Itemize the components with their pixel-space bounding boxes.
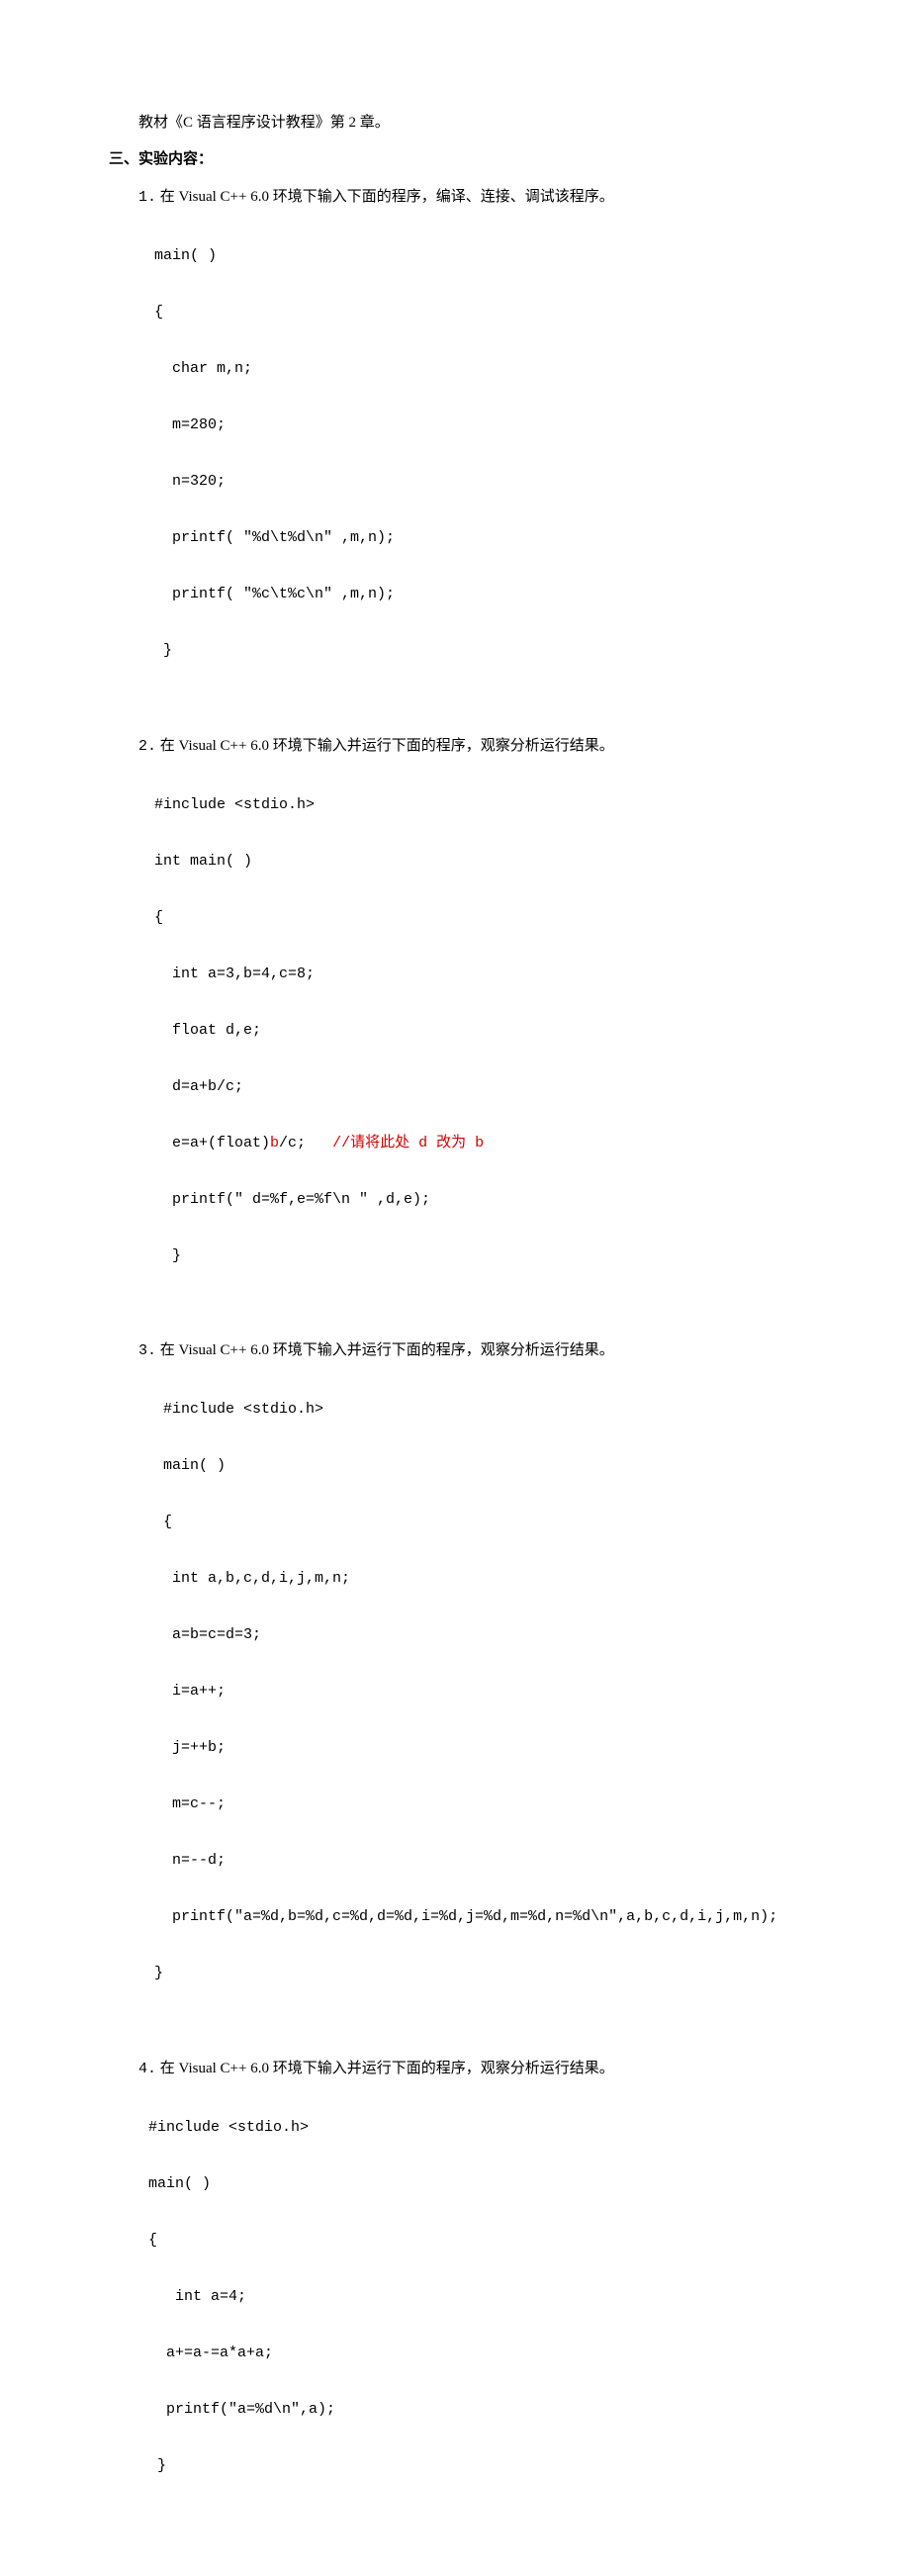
- code-line: main( ): [154, 242, 801, 271]
- exercise-item-3: 3. 在 Visual C++ 6.0 环境下输入并运行下面的程序，观察分析运行…: [138, 1336, 801, 1366]
- exercise-item-2: 2. 在 Visual C++ 6.0 环境下输入并运行下面的程序，观察分析运行…: [138, 732, 801, 762]
- code-line: a+=a-=a*a+a;: [148, 2340, 801, 2368]
- item-number: 1.: [138, 189, 156, 206]
- code-line: main( ): [148, 2170, 801, 2199]
- code-block-3: #include <stdio.h> main( ) { int a,b,c,d…: [154, 1368, 801, 2045]
- code-line: printf( "%c\t%c\n" ,m,n);: [154, 581, 801, 609]
- code-line: #include <stdio.h>: [148, 2114, 801, 2143]
- code-line: n=--d;: [154, 1847, 801, 1876]
- code-line: m=c--;: [154, 1791, 801, 1819]
- item-desc: 在 Visual C++ 6.0 环境下输入下面的程序，编译、连接、调试该程序。: [160, 189, 614, 205]
- item-desc: 在 Visual C++ 6.0 环境下输入并运行下面的程序，观察分析运行结果。: [160, 738, 614, 754]
- code-line: d=a+b/c;: [154, 1073, 801, 1102]
- reference-text: 教材《C 语言程序设计教程》第 2 章。: [138, 109, 801, 138]
- code-line: {: [154, 1509, 801, 1537]
- code-line: a=b=c=d=3;: [154, 1621, 801, 1650]
- code-line: }: [148, 2452, 801, 2481]
- code-fragment: /c;: [279, 1135, 332, 1151]
- code-block-4: #include <stdio.h> main( ) { int a=4; a+…: [148, 2085, 801, 2536]
- item-number: 4.: [138, 2061, 156, 2077]
- code-line: {: [154, 299, 801, 327]
- code-line: printf(" d=%f,e=%f\n " ,d,e);: [154, 1186, 801, 1215]
- item-desc: 在 Visual C++ 6.0 环境下输入并运行下面的程序，观察分析运行结果。: [160, 2061, 614, 2076]
- code-line: int a,b,c,d,i,j,m,n;: [154, 1565, 801, 1594]
- code-line: n=320;: [154, 468, 801, 497]
- code-comment: //请将此处 d 改为 b: [332, 1135, 484, 1151]
- code-line: int a=3,b=4,c=8;: [154, 961, 801, 989]
- code-line: i=a++;: [154, 1678, 801, 1706]
- code-line: float d,e;: [154, 1017, 801, 1046]
- code-line: printf("a=%d\n",a);: [148, 2396, 801, 2425]
- item-number: 2.: [138, 738, 156, 755]
- code-highlight: b: [270, 1135, 279, 1151]
- code-line: main( ): [154, 1452, 801, 1481]
- document-page: 教材《C 语言程序设计教程》第 2 章。 三、实验内容： 1. 在 Visual…: [0, 0, 910, 2576]
- code-block-1: main( ) { char m,n; m=280; n=320; printf…: [154, 215, 801, 722]
- exercise-item-1: 1. 在 Visual C++ 6.0 环境下输入下面的程序，编译、连接、调试该…: [138, 183, 801, 213]
- code-line: {: [148, 2227, 801, 2255]
- code-line: printf("a=%d,b=%d,c=%d,d=%d,i=%d,j=%d,m=…: [154, 1903, 801, 1932]
- code-line: }: [154, 637, 801, 666]
- exercise-item-4: 4. 在 Visual C++ 6.0 环境下输入并运行下面的程序，观察分析运行…: [138, 2055, 801, 2084]
- code-line: int a=4;: [148, 2283, 801, 2312]
- code-line: printf( "%d\t%d\n" ,m,n);: [154, 524, 801, 553]
- section-heading: 三、实验内容：: [109, 145, 801, 174]
- code-line: #include <stdio.h>: [154, 1396, 801, 1425]
- code-line: char m,n;: [154, 355, 801, 384]
- item-desc: 在 Visual C++ 6.0 环境下输入并运行下面的程序，观察分析运行结果。: [160, 1342, 614, 1358]
- code-line: }: [154, 1960, 801, 1988]
- code-line: j=++b;: [154, 1734, 801, 1763]
- code-fragment: e=a+(float): [154, 1135, 270, 1151]
- code-line: #include <stdio.h>: [154, 791, 801, 820]
- code-block-2: #include <stdio.h> int main( ) { int a=3…: [154, 763, 801, 1327]
- code-line-with-highlight: e=a+(float)b/c; //请将此处 d 改为 b: [154, 1130, 801, 1158]
- code-line: m=280;: [154, 412, 801, 440]
- code-line: {: [154, 904, 801, 933]
- code-line: int main( ): [154, 848, 801, 876]
- item-number: 3.: [138, 1342, 156, 1359]
- code-line: }: [154, 1242, 801, 1271]
